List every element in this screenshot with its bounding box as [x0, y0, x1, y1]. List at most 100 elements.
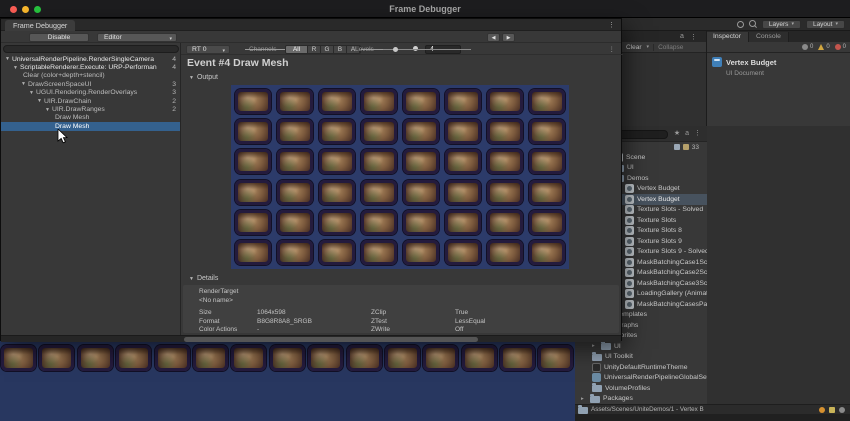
event-tree-row[interactable]: ▼ ScriptableRenderer.Execute: URP-Perform…: [1, 63, 180, 71]
tab-frame-debugger[interactable]: Frame Debugger: [5, 20, 76, 31]
render-target-dropdown[interactable]: RT 0 ▾: [186, 44, 230, 54]
package-icon[interactable]: [673, 144, 680, 150]
event-tree-row[interactable]: ▼ UIR.DrawRanges 2: [1, 105, 180, 113]
console-collapse-button[interactable]: Collapse: [658, 44, 683, 51]
layers-label: Layers: [768, 20, 789, 28]
collapsed-arrow-icon[interactable]: ▸: [592, 343, 598, 349]
console-count-error[interactable]: 0: [834, 44, 846, 50]
sprite-thumbnail: [487, 118, 523, 144]
event-label: UniversalRenderPipeline.RenderSingleCame…: [11, 55, 155, 63]
details-foldout[interactable]: ▼ Details: [189, 275, 218, 282]
channel-button-b[interactable]: B: [334, 45, 347, 53]
folder-icon: [578, 405, 588, 414]
editor-status-icons: [707, 404, 850, 414]
project-item[interactable]: ▸ UI: [575, 341, 707, 352]
channel-button-all[interactable]: All: [286, 45, 308, 53]
event-tree-row[interactable]: ▼ UIR.DrawChain 2: [1, 97, 180, 105]
sprite-thumbnail: [39, 345, 75, 371]
foldout-arrow-icon: ▼: [13, 64, 18, 71]
detail-k2: ZClip: [371, 309, 387, 316]
previous-event-button[interactable]: ◀: [487, 32, 500, 42]
project-item-label: Vertex Budget: [637, 195, 680, 203]
project-item[interactable]: UniversalRenderPipelineGlobalSet: [575, 373, 707, 384]
levels-slider-thumb[interactable]: [393, 46, 398, 52]
event-tree-row[interactable]: Draw Mesh: [1, 114, 180, 122]
sprite-thumbnail: [277, 240, 313, 266]
warning-icon: [818, 44, 825, 50]
layers-dropdown[interactable]: Layers ▾: [761, 19, 801, 29]
project-item-label: Graphs: [616, 321, 639, 329]
sprite-thumbnail: [231, 345, 267, 371]
channel-button-r[interactable]: R: [308, 45, 321, 53]
project-item[interactable]: VolumeProfiles: [575, 383, 707, 394]
tab-console[interactable]: Console: [748, 32, 789, 42]
sprite-thumbnail: [154, 345, 190, 371]
notification-icon[interactable]: [819, 406, 825, 413]
tab-inspector[interactable]: Inspector: [706, 32, 749, 42]
scrollbar-thumb[interactable]: [184, 337, 478, 342]
disable-button[interactable]: Disable: [29, 32, 89, 42]
layout-dropdown[interactable]: Layout ▾: [805, 19, 845, 29]
sprite-thumbnail: [361, 118, 397, 144]
editor-top-toolbar: Layers ▾ Layout ▾: [622, 18, 850, 31]
target-dropdown[interactable]: Editor ▾: [97, 32, 177, 42]
project-item-label: MaskBatchingCasesPanels: [637, 300, 707, 308]
project-status-bar: Assets/Scenes/UniteDemos/1 - Vertex B: [575, 404, 707, 414]
console-count-info[interactable]: 0: [801, 44, 813, 50]
event-tree-row[interactable]: Draw Mesh: [1, 122, 180, 131]
project-item[interactable]: UnityDefaultRuntimeTheme: [575, 362, 707, 373]
sprite-thumbnail: [319, 209, 355, 235]
console-clear-button[interactable]: Clear: [626, 44, 642, 51]
mouse-cursor: [57, 129, 68, 144]
channel-button-g[interactable]: G: [321, 45, 334, 53]
activity-icon[interactable]: [829, 406, 835, 413]
more-icon[interactable]: ⋮: [690, 33, 697, 41]
alpha-sort-icon[interactable]: a: [685, 130, 689, 137]
foldout-arrow-icon: ▼: [29, 89, 34, 96]
event-tree-row[interactable]: ▼ DrawScreenSpaceUI 3: [1, 80, 180, 88]
event-label: UIR.DrawRanges: [51, 106, 105, 114]
sprite-thumbnail: [529, 118, 565, 144]
project-item[interactable]: ▸ Packages: [575, 393, 707, 405]
sprite-thumbnail: [277, 118, 313, 144]
sprite-thumbnail: [445, 118, 481, 144]
folder-icon: [590, 393, 600, 403]
asset-icon: [592, 373, 601, 383]
console-counts: 0 0 0: [801, 44, 846, 50]
label-icon[interactable]: [682, 144, 689, 150]
horizontal-scrollbar[interactable]: [1, 335, 621, 342]
favorites-star-icon[interactable]: ★: [674, 129, 680, 137]
progress-icon[interactable]: [839, 406, 845, 413]
output-foldout[interactable]: ▼ Output: [189, 74, 218, 81]
search-icon[interactable]: [748, 20, 757, 28]
account-icon[interactable]: [736, 20, 744, 28]
foldout-arrow-icon: ▼: [189, 74, 194, 81]
event-label: ScriptableRenderer.Execute: URP-Performa…: [19, 64, 157, 72]
sprite-thumbnail: [461, 345, 497, 371]
asset-icon: [712, 57, 722, 67]
next-event-button[interactable]: ▶: [502, 32, 515, 42]
sprite-thumbnail: [235, 179, 271, 205]
alpha-sort-icon[interactable]: a: [680, 33, 684, 41]
more-icon[interactable]: ⋮: [609, 45, 616, 53]
sprite-thumbnail: [235, 88, 271, 114]
console-toolbar: Clear ▾ Collapse 0 0 0: [622, 42, 850, 53]
console-count-warning[interactable]: 0: [818, 44, 830, 50]
event-search-input[interactable]: [3, 44, 179, 53]
project-count-badge: 33: [691, 143, 699, 151]
more-icon[interactable]: ⋮: [694, 129, 701, 137]
project-item-label: Texture Slots 8: [637, 227, 682, 235]
foldout-arrow-icon: ▼: [21, 81, 26, 88]
project-item[interactable]: UI Toolkit: [575, 351, 707, 363]
event-tree-row[interactable]: ▼ UGUI.Rendering.RenderOverlays 3: [1, 89, 180, 97]
more-icon[interactable]: ⋮: [608, 21, 615, 29]
sprite-thumbnail: [192, 345, 228, 371]
event-tree-row[interactable]: Clear (color+depth+stencil): [1, 72, 180, 80]
project-item-label: UniversalRenderPipelineGlobalSet: [604, 374, 707, 382]
collapsed-arrow-icon[interactable]: ▸: [581, 396, 587, 402]
tab-strip-extras: a ⋮: [680, 33, 697, 41]
event-tree-row[interactable]: ▼ UniversalRenderPipeline.RenderSingleCam…: [1, 55, 180, 63]
project-item-label: Packages: [603, 395, 633, 403]
sprite-thumbnail: [487, 240, 523, 266]
project-toolbar-icons: ★ a ⋮: [674, 129, 701, 138]
